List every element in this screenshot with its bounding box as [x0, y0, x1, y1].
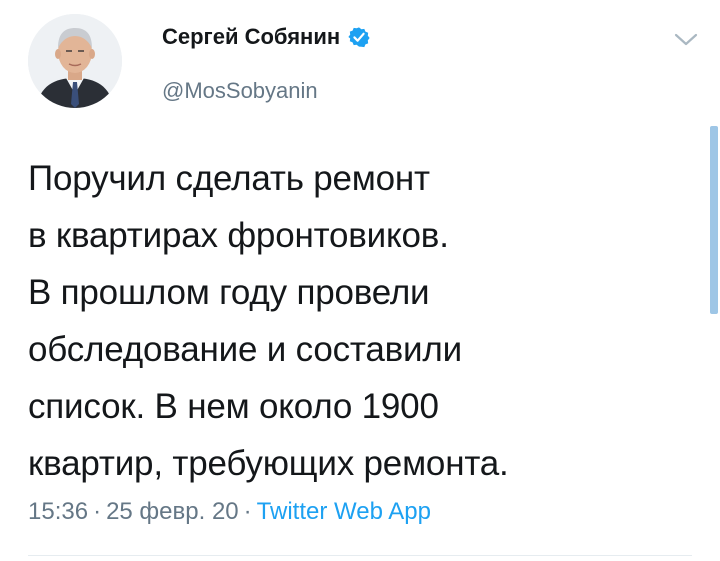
tweet-text-line: квартир, требующих ремонта.	[28, 444, 509, 483]
tweet-text-line: В прошлом году провели	[28, 273, 430, 312]
tweet-text-line: список. В нем около 1900	[28, 387, 439, 426]
tweet-text-line: в квартирах фронтовиков.	[28, 216, 449, 255]
tweet-text: Поручил сделать ремонт в квартирах фронт…	[28, 150, 688, 492]
tweet-source-link[interactable]: Twitter Web App	[257, 498, 431, 525]
avatar-image	[28, 14, 122, 108]
chevron-down-icon[interactable]	[672, 30, 700, 48]
meta-separator: ·	[93, 498, 102, 525]
tweet-date[interactable]: 25 февр. 20	[106, 498, 239, 525]
tweet-text-line: Поручил сделать ремонт	[28, 159, 430, 198]
tweet-text-line: обследование и составили	[28, 330, 462, 369]
author-name[interactable]: Сергей Собянин	[162, 24, 370, 50]
author-handle[interactable]: @MosSobyanin	[162, 78, 318, 104]
divider	[28, 555, 692, 556]
tweet-time[interactable]: 15:36	[28, 498, 88, 525]
author-name-label: Сергей Собянин	[162, 24, 341, 49]
avatar[interactable]	[28, 14, 122, 108]
tweet-meta: 15:36 · 25 февр. 20 · Twitter Web App	[28, 498, 431, 526]
meta-separator: ·	[243, 498, 252, 525]
scrollbar[interactable]	[710, 126, 718, 314]
verified-badge-icon	[348, 27, 370, 48]
